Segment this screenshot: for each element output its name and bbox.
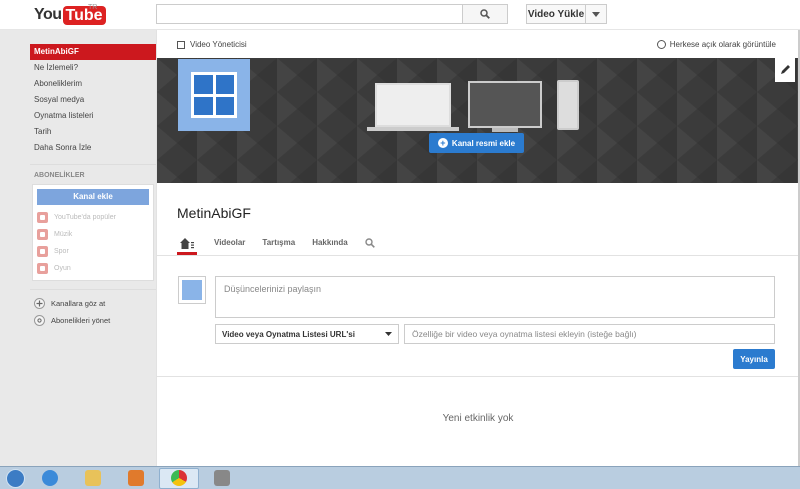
search-icon — [480, 9, 490, 19]
upload-button[interactable]: Video Yükle — [526, 4, 586, 24]
camera-icon — [214, 470, 230, 486]
add-channel-art-button[interactable]: + Kanal resmi ekle — [429, 133, 524, 153]
pencil-icon — [781, 65, 790, 74]
view-as-public-label: Herkese açık olarak görüntüle — [669, 40, 776, 49]
tv-stand — [492, 128, 518, 132]
laptop-icon — [375, 83, 451, 127]
guide-item-subscriptions[interactable]: Aboneliklerim — [30, 76, 156, 92]
avatar-icon — [191, 72, 237, 118]
chrome-icon — [171, 470, 187, 486]
guide-divider — [30, 164, 156, 165]
channel-tabs: Videolar Tartışma Hakkında — [177, 235, 392, 255]
logo-tube: Tube — [62, 5, 106, 25]
url-type-label: Video veya Oynatma Listesi URL'si — [222, 329, 355, 339]
subscription-item[interactable]: Spor — [37, 243, 149, 260]
guide-divider — [30, 289, 156, 290]
tab-discussion[interactable]: Tartışma — [262, 235, 295, 255]
manage-subscriptions-link[interactable]: Abonelikleri yönet — [30, 312, 156, 329]
upload-menu-button[interactable] — [585, 4, 607, 24]
tab-videos[interactable]: Videolar — [214, 235, 245, 255]
chevron-down-icon — [592, 11, 600, 17]
taskbar-camera[interactable] — [202, 468, 242, 489]
tab-about[interactable]: Hakkında — [312, 235, 348, 255]
edit-banner-button[interactable] — [775, 58, 795, 82]
manage-subscriptions-label: Abonelikleri yönet — [51, 316, 111, 325]
guide-item-watch-later[interactable]: Daha Sonra İzle — [30, 140, 156, 156]
guide-item-history[interactable]: Tarih — [30, 124, 156, 140]
plus-icon — [34, 298, 45, 309]
gear-icon — [34, 315, 45, 326]
no-activity-message: Yeni etkinlik yok — [442, 413, 514, 424]
logo-you: You — [34, 6, 62, 23]
ie-icon — [42, 470, 58, 486]
channel-topbar: Video Yöneticisi Herkese açık olarak gör… — [157, 30, 798, 58]
channel-icon — [37, 212, 48, 223]
folder-icon — [85, 470, 101, 486]
search-icon — [365, 238, 375, 248]
subscription-item[interactable]: Müzik — [37, 226, 149, 243]
taskbar — [0, 466, 800, 489]
phone-icon — [557, 80, 579, 130]
subscription-item[interactable]: Oyun — [37, 260, 149, 277]
windows-icon — [5, 468, 25, 488]
channel-banner: + Kanal resmi ekle — [157, 58, 799, 183]
view-as-public-link[interactable]: Herkese açık olarak görüntüle — [656, 40, 776, 49]
youtube-logo[interactable]: You Tube TR — [34, 4, 106, 25]
globe-icon — [656, 40, 666, 49]
video-manager-label: Video Yöneticisi — [190, 40, 247, 49]
laptop-base — [367, 127, 459, 131]
subscription-label: Spor — [54, 248, 69, 255]
tab-home[interactable] — [177, 235, 197, 255]
channel-icon — [37, 246, 48, 257]
channel-avatar[interactable] — [178, 59, 250, 131]
browse-channels-label: Kanallara göz at — [51, 299, 106, 308]
url-type-select[interactable]: Video veya Oynatma Listesi URL'si — [215, 324, 399, 344]
tv-icon — [468, 81, 542, 128]
subscription-item[interactable]: YouTube'da popüler — [37, 209, 149, 226]
poster-avatar — [178, 276, 206, 304]
add-channel-button[interactable]: Kanal ekle — [37, 189, 149, 205]
taskbar-chrome[interactable] — [159, 467, 199, 489]
start-button[interactable] — [0, 467, 30, 489]
chevron-down-icon — [385, 332, 392, 336]
channel-icon — [37, 229, 48, 240]
search-button[interactable] — [462, 4, 508, 24]
taskbar-ie[interactable] — [30, 468, 70, 489]
url-input[interactable]: Özelliğe bir video veya oynatma listesi … — [404, 324, 775, 344]
subscriptions-heading: ABONELİKLER — [34, 172, 85, 179]
subscription-label: Oyun — [54, 265, 71, 272]
channel-main: Video Yöneticisi Herkese açık olarak gör… — [156, 30, 799, 466]
guide-sidebar: MetinAbiGF Ne İzlemeli? Aboneliklerim So… — [30, 44, 156, 329]
channel-icon — [37, 263, 48, 274]
media-player-icon — [128, 470, 144, 486]
masthead: You Tube TR Video Yükle — [0, 0, 800, 30]
tabs-divider — [157, 255, 799, 256]
search-input[interactable] — [156, 4, 463, 24]
tab-search[interactable] — [365, 235, 375, 255]
channel-title: MetinAbiGF — [177, 205, 251, 221]
logo-region: TR — [88, 4, 98, 11]
taskbar-media[interactable] — [116, 468, 156, 489]
subscription-label: Müzik — [54, 231, 73, 238]
browse-channels-link[interactable]: Kanallara göz at — [30, 295, 156, 312]
guide-item-channel[interactable]: MetinAbiGF — [30, 44, 156, 60]
share-textarea[interactable]: Düşüncelerinizi paylaşın — [215, 276, 775, 318]
guide-item-playlists[interactable]: Oynatma listeleri — [30, 108, 156, 124]
subscription-label: YouTube'da popüler — [54, 214, 116, 221]
guide-item-what-to-watch[interactable]: Ne İzlemeli? — [30, 60, 156, 76]
feed-divider — [157, 376, 799, 377]
taskbar-explorer[interactable] — [73, 468, 113, 489]
subscriptions-box: Kanal ekle YouTube'da popüler Müzik Spor… — [32, 184, 154, 281]
add-channel-art-label: Kanal resmi ekle — [451, 138, 516, 148]
guide-item-social[interactable]: Sosyal medya — [30, 92, 156, 108]
video-manager-icon — [177, 40, 185, 49]
video-manager-link[interactable]: Video Yöneticisi — [177, 40, 247, 49]
post-button[interactable]: Yayınla — [733, 349, 775, 369]
home-icon — [180, 238, 194, 249]
plus-icon: + — [437, 138, 448, 148]
